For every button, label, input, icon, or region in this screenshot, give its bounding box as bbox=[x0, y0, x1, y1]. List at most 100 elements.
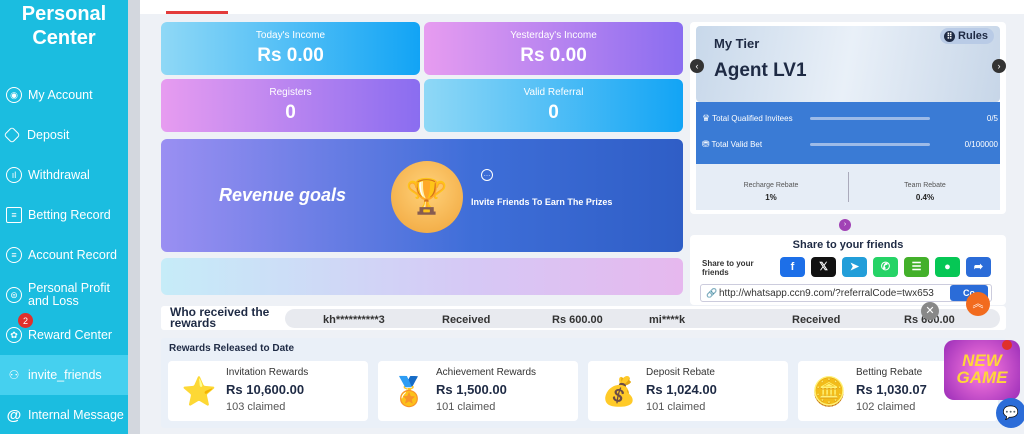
sidebar-item-betting-record[interactable]: ≡ Betting Record bbox=[0, 195, 128, 235]
rules-button[interactable]: ⠿ Rules bbox=[940, 28, 994, 44]
referral-link-field[interactable]: 🔗 http://whatsapp.ccn9.com/?referralCode… bbox=[700, 284, 992, 302]
valid-bet-value: 0/100000 bbox=[964, 139, 998, 149]
invitees-icon: ♛ bbox=[702, 112, 711, 123]
tier-panel: My Tier Agent LV1 ⠿ Rules ‹ › ♛ Total Qua… bbox=[690, 22, 1006, 214]
reward-claimed: 101 claimed bbox=[646, 401, 706, 413]
reward-value: Rs 10,600.00 bbox=[226, 382, 305, 397]
medal-icon: 🏅 bbox=[391, 376, 427, 407]
rewards-ticker: Who received the rewards kh**********3 R… bbox=[161, 306, 1006, 330]
sidebar-item-label: Deposit bbox=[27, 128, 70, 142]
qualified-invitees-row: ♛ Total Qualified Invitees 0/5 bbox=[702, 110, 998, 126]
gift-icon: ✿ bbox=[6, 327, 22, 343]
sidebar-item-reward-center[interactable]: ✿ 2 Reward Center bbox=[0, 313, 128, 355]
reward-card: 💰 Deposit Rebate Rs 1,024.00 101 claimed bbox=[588, 361, 788, 421]
money-bag-icon: 💰 bbox=[601, 376, 637, 407]
document-icon: ≡ bbox=[6, 207, 22, 223]
top-tab-strip bbox=[140, 0, 1024, 14]
active-tab-indicator bbox=[166, 11, 228, 14]
trophy-icon: 🏆 bbox=[391, 161, 463, 233]
forward-icon[interactable]: ➦ bbox=[966, 257, 991, 277]
valid-referral-value: 0 bbox=[548, 102, 559, 123]
sidebar-list: ◉ My Account Deposit ıl Withdrawal ≡ Bettin… bbox=[0, 75, 128, 434]
diamond-icon bbox=[3, 126, 21, 144]
line-icon[interactable]: ● bbox=[935, 257, 960, 277]
revenue-goals-text: Invite Friends To Earn The Prizes bbox=[471, 197, 613, 207]
sidebar-item-label: invite_friends bbox=[28, 368, 102, 382]
x-icon[interactable]: 𝕏 bbox=[811, 257, 836, 277]
ticker-status: Received bbox=[442, 314, 491, 326]
valid-referral-label: Valid Referral bbox=[523, 87, 584, 98]
rewards-released-panel: Rewards Released to Date ⭐ Invitation Re… bbox=[161, 338, 1006, 428]
rules-icon: ⠿ bbox=[944, 30, 956, 42]
sidebar-item-profit-loss[interactable]: ⊜ Personal Profit and Loss bbox=[0, 275, 128, 315]
today-income-card: Today's Income Rs 0.00 bbox=[161, 22, 420, 75]
tier-next-arrow-icon[interactable]: › bbox=[992, 59, 1006, 73]
sidebar-item-label: My Account bbox=[28, 88, 93, 102]
revenue-goals-title: Revenue goals bbox=[219, 185, 347, 205]
tier-prev-arrow-icon[interactable]: ‹ bbox=[690, 59, 704, 73]
revenue-goals-banner[interactable]: Revenue goals 🏆 … Invite Friends To Earn… bbox=[161, 139, 683, 252]
today-income-label: Today's Income bbox=[255, 30, 326, 41]
reward-value: Rs 1,024.00 bbox=[646, 382, 717, 397]
sidebar-item-withdrawal[interactable]: ıl Withdrawal bbox=[0, 155, 128, 195]
reward-name: Achievement Rewards bbox=[436, 367, 537, 378]
link-icon: 🔗 bbox=[706, 288, 718, 298]
ticker-title: Who received the rewards bbox=[170, 305, 270, 330]
sidebar-item-label: Account Record bbox=[28, 248, 117, 262]
expand-arrow-icon[interactable]: › bbox=[839, 219, 851, 231]
scroll-top-icon[interactable]: ︽ bbox=[966, 292, 990, 316]
share-title: Share to your friends bbox=[792, 239, 904, 251]
ticker-band bbox=[285, 309, 1000, 328]
star-hand-icon: ⭐ bbox=[181, 376, 217, 407]
ticker-user: mi****k bbox=[649, 314, 686, 326]
sidebar: Personal Center ◉ My Account Deposit ıl Wi… bbox=[0, 0, 128, 434]
ticker-user: kh**********3 bbox=[323, 314, 385, 326]
tier-level: Agent LV1 bbox=[714, 60, 807, 81]
sms-icon[interactable]: ☰ bbox=[904, 257, 929, 277]
sidebar-item-account-record[interactable]: ≡ Account Record bbox=[0, 235, 128, 275]
qualified-invitees-progress bbox=[810, 116, 931, 120]
yesterday-income-card: Yesterday's Income Rs 0.00 bbox=[424, 22, 683, 75]
valid-bet-row: ⛃ Total Valid Bet 0/100000 bbox=[702, 136, 998, 152]
list-circle-icon: ≡ bbox=[6, 247, 22, 263]
yesterday-income-value: Rs 0.00 bbox=[520, 45, 587, 66]
reward-claimed: 102 claimed bbox=[856, 401, 916, 413]
whatsapp-icon[interactable]: ✆ bbox=[873, 257, 898, 277]
sidebar-item-label: Reward Center bbox=[28, 328, 113, 342]
reward-value: Rs 1,030.07 bbox=[856, 382, 927, 397]
people-icon: ⚇ bbox=[8, 368, 20, 382]
recharge-rebate-label: Recharge Rebate bbox=[743, 182, 799, 189]
registers-card: Registers 0 bbox=[161, 79, 420, 132]
sidebar-item-deposit[interactable]: Deposit bbox=[0, 115, 128, 155]
sidebar-item-internal-message[interactable]: @ Internal Message bbox=[0, 395, 128, 434]
sidebar-item-label: Betting Record bbox=[28, 208, 111, 222]
rebate-section: Recharge Rebate 1% Team Rebate 0.4% bbox=[696, 164, 1000, 210]
valid-referral-card: Valid Referral 0 bbox=[424, 79, 683, 132]
facebook-icon[interactable]: f bbox=[780, 257, 805, 277]
tier-banner: My Tier Agent LV1 ⠿ Rules bbox=[696, 26, 1000, 102]
reward-name: Deposit Rebate bbox=[646, 367, 715, 378]
sidebar-title: Personal Center bbox=[21, 3, 107, 49]
chat-support-icon[interactable]: 💬 bbox=[996, 398, 1024, 428]
close-icon[interactable]: ✕ bbox=[921, 302, 939, 320]
ticker-status: Received bbox=[792, 314, 841, 326]
registers-value: 0 bbox=[285, 102, 296, 123]
sidebar-item-invite-friends[interactable]: ⚇ invite_friends bbox=[0, 355, 128, 395]
telegram-icon[interactable]: ➤ bbox=[842, 257, 867, 277]
at-icon: @ bbox=[6, 406, 22, 424]
sidebar-item-label: Internal Message bbox=[28, 408, 124, 422]
team-rebate-label: Team Rebate bbox=[904, 182, 946, 189]
qualified-invitees-label: Total Qualified Invitees bbox=[712, 113, 793, 123]
registers-label: Registers bbox=[269, 87, 312, 98]
share-panel: Share to your friends Share to your frie… bbox=[690, 235, 1006, 305]
today-income-value: Rs 0.00 bbox=[257, 45, 324, 66]
reward-card: 🏅 Achievement Rewards Rs 1,500.00 101 cl… bbox=[378, 361, 578, 421]
reward-claimed: 101 claimed bbox=[436, 401, 496, 413]
recharge-rebate-value: 1% bbox=[765, 193, 777, 202]
sidebar-item-label: Withdrawal bbox=[28, 168, 90, 182]
sidebar-item-my-account[interactable]: ◉ My Account bbox=[0, 75, 128, 115]
sidebar-scroll-edge bbox=[128, 0, 140, 434]
reward-name: Invitation Rewards bbox=[226, 367, 309, 378]
profit-circle-icon: ⊜ bbox=[6, 287, 22, 303]
valid-bet-progress bbox=[809, 142, 930, 146]
